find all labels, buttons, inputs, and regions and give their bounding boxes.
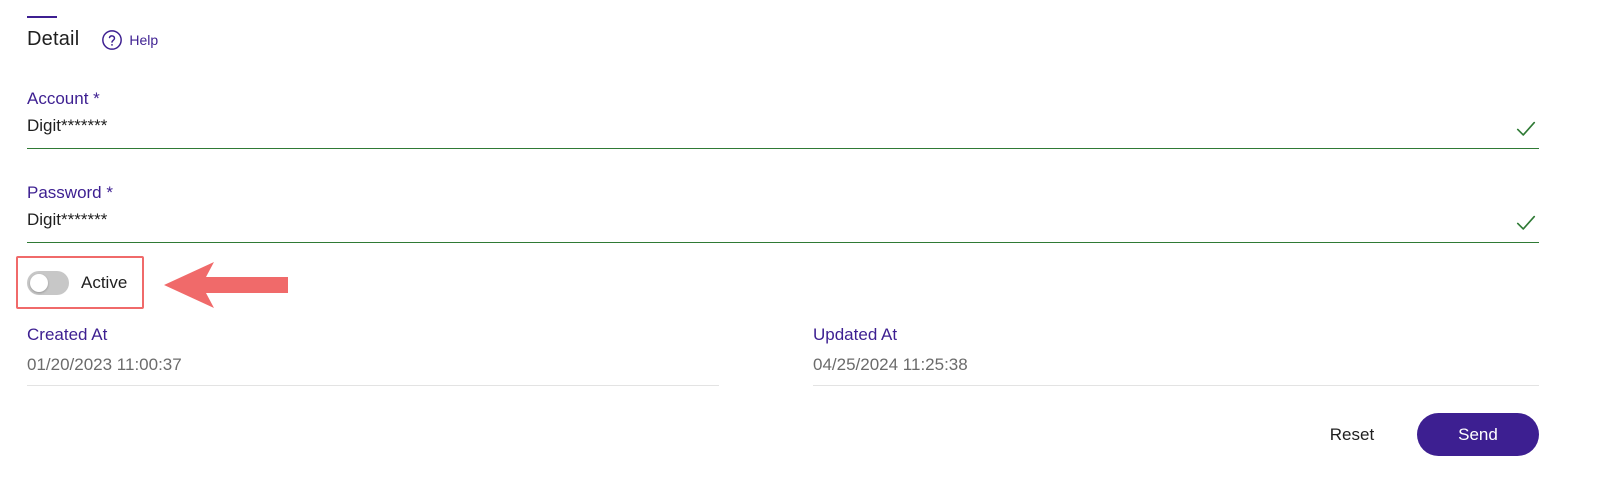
password-field: Password * Digit******* — [27, 182, 1539, 243]
question-circle-icon — [102, 29, 123, 50]
toggle-thumb — [30, 274, 48, 292]
account-value: Digit******* — [27, 116, 108, 135]
section-header: Detail Help — [27, 28, 158, 51]
send-button[interactable]: Send — [1417, 413, 1539, 456]
created-at-value: 01/20/2023 11:00:37 — [27, 353, 719, 386]
active-toggle-label: Active — [81, 273, 128, 292]
check-icon — [1516, 121, 1536, 136]
updated-at-field: Updated At 04/25/2024 11:25:38 — [813, 324, 1539, 386]
help-label: Help — [129, 31, 159, 48]
section-title: Detail — [27, 28, 80, 50]
reset-button[interactable]: Reset — [1316, 418, 1388, 452]
password-value: Digit******* — [27, 210, 108, 229]
toggle-switch[interactable] — [27, 271, 69, 295]
arrow-left-icon — [164, 262, 288, 308]
account-field: Account * Digit******* — [27, 88, 1539, 149]
created-at-field: Created At 01/20/2023 11:00:37 — [27, 324, 719, 386]
account-input[interactable]: Digit******* — [27, 110, 1539, 149]
updated-at-label: Updated At — [813, 325, 898, 344]
tab-indicator — [27, 16, 57, 18]
help-link[interactable]: Help — [101, 29, 158, 51]
updated-at-value: 04/25/2024 11:25:38 — [813, 353, 1539, 386]
password-input[interactable]: Digit******* — [27, 204, 1539, 243]
account-label: Account * — [27, 89, 100, 108]
created-at-label: Created At — [27, 325, 108, 344]
check-icon — [1516, 215, 1536, 230]
password-label: Password * — [27, 183, 113, 202]
active-toggle[interactable]: Active — [27, 271, 127, 295]
